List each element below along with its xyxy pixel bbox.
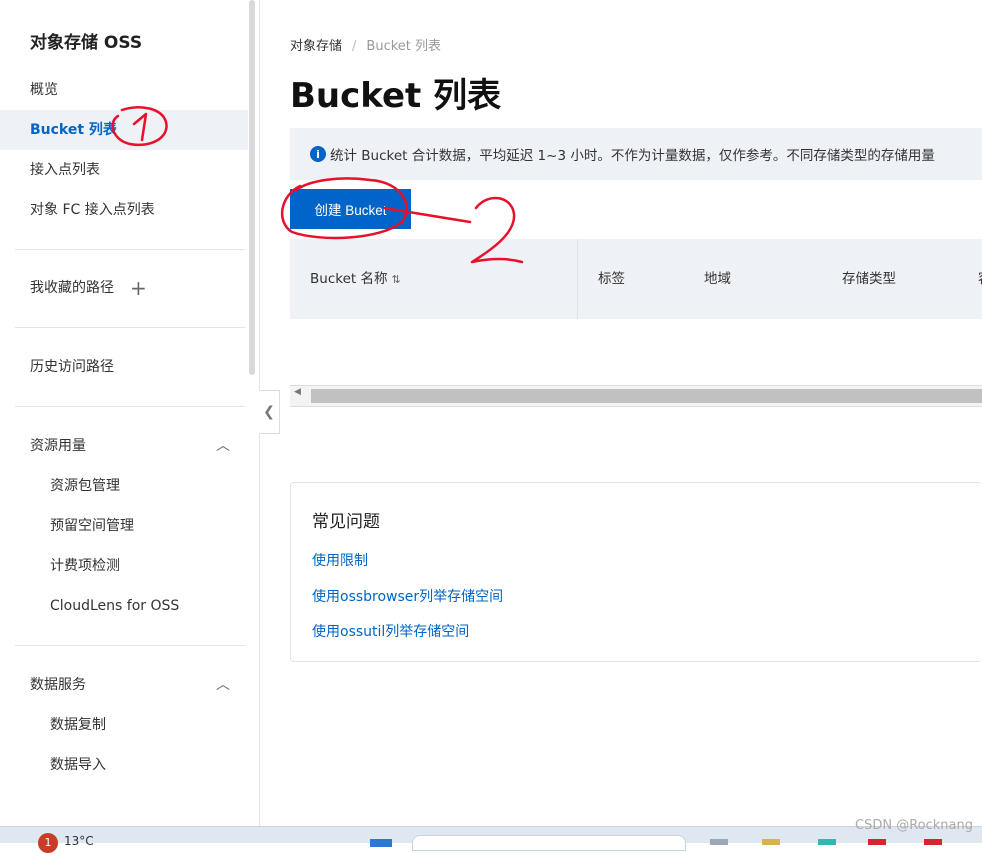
sidebar-item-resource-pack[interactable]: 资源包管理 (0, 466, 248, 506)
taskbar-app-icon[interactable] (710, 839, 728, 845)
sidebar-item-data-replication[interactable]: 数据复制 (0, 705, 248, 745)
add-icon[interactable]: + (130, 268, 147, 308)
column-header-storage-class: 存储类型 (842, 271, 896, 287)
column-divider[interactable] (577, 239, 578, 319)
scroll-left-arrow-icon[interactable]: ◀ (294, 387, 301, 397)
breadcrumb-current: Bucket 列表 (366, 39, 442, 54)
taskbar-search[interactable] (412, 835, 686, 851)
favorites-label: 我收藏的路径 (30, 280, 114, 296)
divider (15, 249, 245, 250)
notification-badge[interactable]: 1 (38, 833, 58, 853)
collapse-sidebar-button[interactable]: ❮ (259, 390, 280, 434)
sidebar-item-history[interactable]: 历史访问路径 (0, 347, 248, 387)
column-header-capacity: 容 (978, 239, 982, 319)
sidebar-group-data-services[interactable]: 数据服务 ︿ (0, 665, 248, 705)
breadcrumb-separator: / (352, 39, 357, 54)
horizontal-scrollbar[interactable]: ◀ (290, 385, 982, 407)
column-header-tags: 标签 (598, 271, 625, 287)
faq-panel: 常见问题 使用限制 使用ossbrowser列举存储空间 使用ossutil列举… (290, 482, 982, 662)
column-header-bucket-name[interactable]: Bucket 名称 ⇅ (310, 239, 401, 319)
sidebar: 对象存储 OSS 概览 Bucket 列表 接入点列表 对象 FC 接入点列表 … (0, 0, 260, 826)
faq-link-usage-limits[interactable]: 使用限制 (312, 550, 368, 570)
divider (15, 406, 245, 407)
faq-title: 常见问题 (312, 512, 380, 532)
taskbar-app-icon[interactable] (868, 839, 886, 845)
sidebar-item-data-import[interactable]: 数据导入 (0, 745, 248, 785)
sidebar-item-reserved-space[interactable]: 预留空间管理 (0, 506, 248, 546)
chevron-up-icon: ︿ (216, 677, 230, 693)
sidebar-item-billing-check[interactable]: 计费项检测 (0, 546, 248, 586)
divider (15, 327, 245, 328)
breadcrumb: 对象存储 / Bucket 列表 (290, 35, 441, 54)
column-label: Bucket 名称 (310, 271, 388, 287)
chevron-up-icon: ︿ (216, 438, 230, 454)
info-icon: i (310, 146, 326, 162)
data-services-label: 数据服务 (30, 677, 86, 693)
taskbar-app-icon[interactable] (924, 839, 942, 845)
sidebar-item-overview[interactable]: 概览 (0, 70, 248, 110)
taskbar-app-icon[interactable] (818, 839, 836, 845)
info-banner: i 统计 Bucket 合计数据，平均延迟 1~3 小时。不作为计量数据，仅作参… (290, 128, 982, 180)
sort-icon[interactable]: ⇅ (391, 273, 400, 286)
windows-start-icon[interactable] (370, 839, 392, 847)
sidebar-item-favorites[interactable]: 我收藏的路径 + (0, 268, 248, 308)
page-title: Bucket 列表 (290, 76, 502, 116)
create-bucket-button[interactable]: 创建 Bucket (290, 189, 411, 229)
sidebar-item-fc-access-points[interactable]: 对象 FC 接入点列表 (0, 190, 248, 230)
sidebar-scrollbar[interactable] (249, 0, 255, 375)
sidebar-group-resource-usage[interactable]: 资源用量 ︿ (0, 426, 248, 466)
resource-usage-label: 资源用量 (30, 438, 86, 454)
column-header-region: 地域 (704, 271, 731, 287)
info-text: 统计 Bucket 合计数据，平均延迟 1~3 小时。不作为计量数据，仅作参考。… (330, 148, 935, 164)
watermark: CSDN @Rocknang (855, 818, 973, 833)
breadcrumb-root[interactable]: 对象存储 (290, 39, 342, 54)
sidebar-item-bucket-list[interactable]: Bucket 列表 (0, 110, 248, 150)
chevron-left-icon: ❮ (263, 404, 275, 420)
taskbar: 1 13°C (0, 826, 982, 853)
taskbar-app-icon[interactable] (762, 839, 780, 845)
table-header: Bucket 名称⇅ 标签 地域 存储类型 容 (290, 239, 982, 319)
faq-link-ossutil[interactable]: 使用ossutil列举存储空间 (312, 621, 469, 641)
scrollbar-thumb[interactable] (311, 389, 982, 403)
faq-link-ossbrowser[interactable]: 使用ossbrowser列举存储空间 (312, 586, 503, 606)
product-title: 对象存储 OSS (30, 33, 143, 53)
sidebar-item-cloudlens[interactable]: CloudLens for OSS (0, 586, 248, 626)
weather-temperature[interactable]: 13°C (64, 834, 94, 848)
sidebar-item-access-points[interactable]: 接入点列表 (0, 150, 248, 190)
divider (15, 645, 245, 646)
